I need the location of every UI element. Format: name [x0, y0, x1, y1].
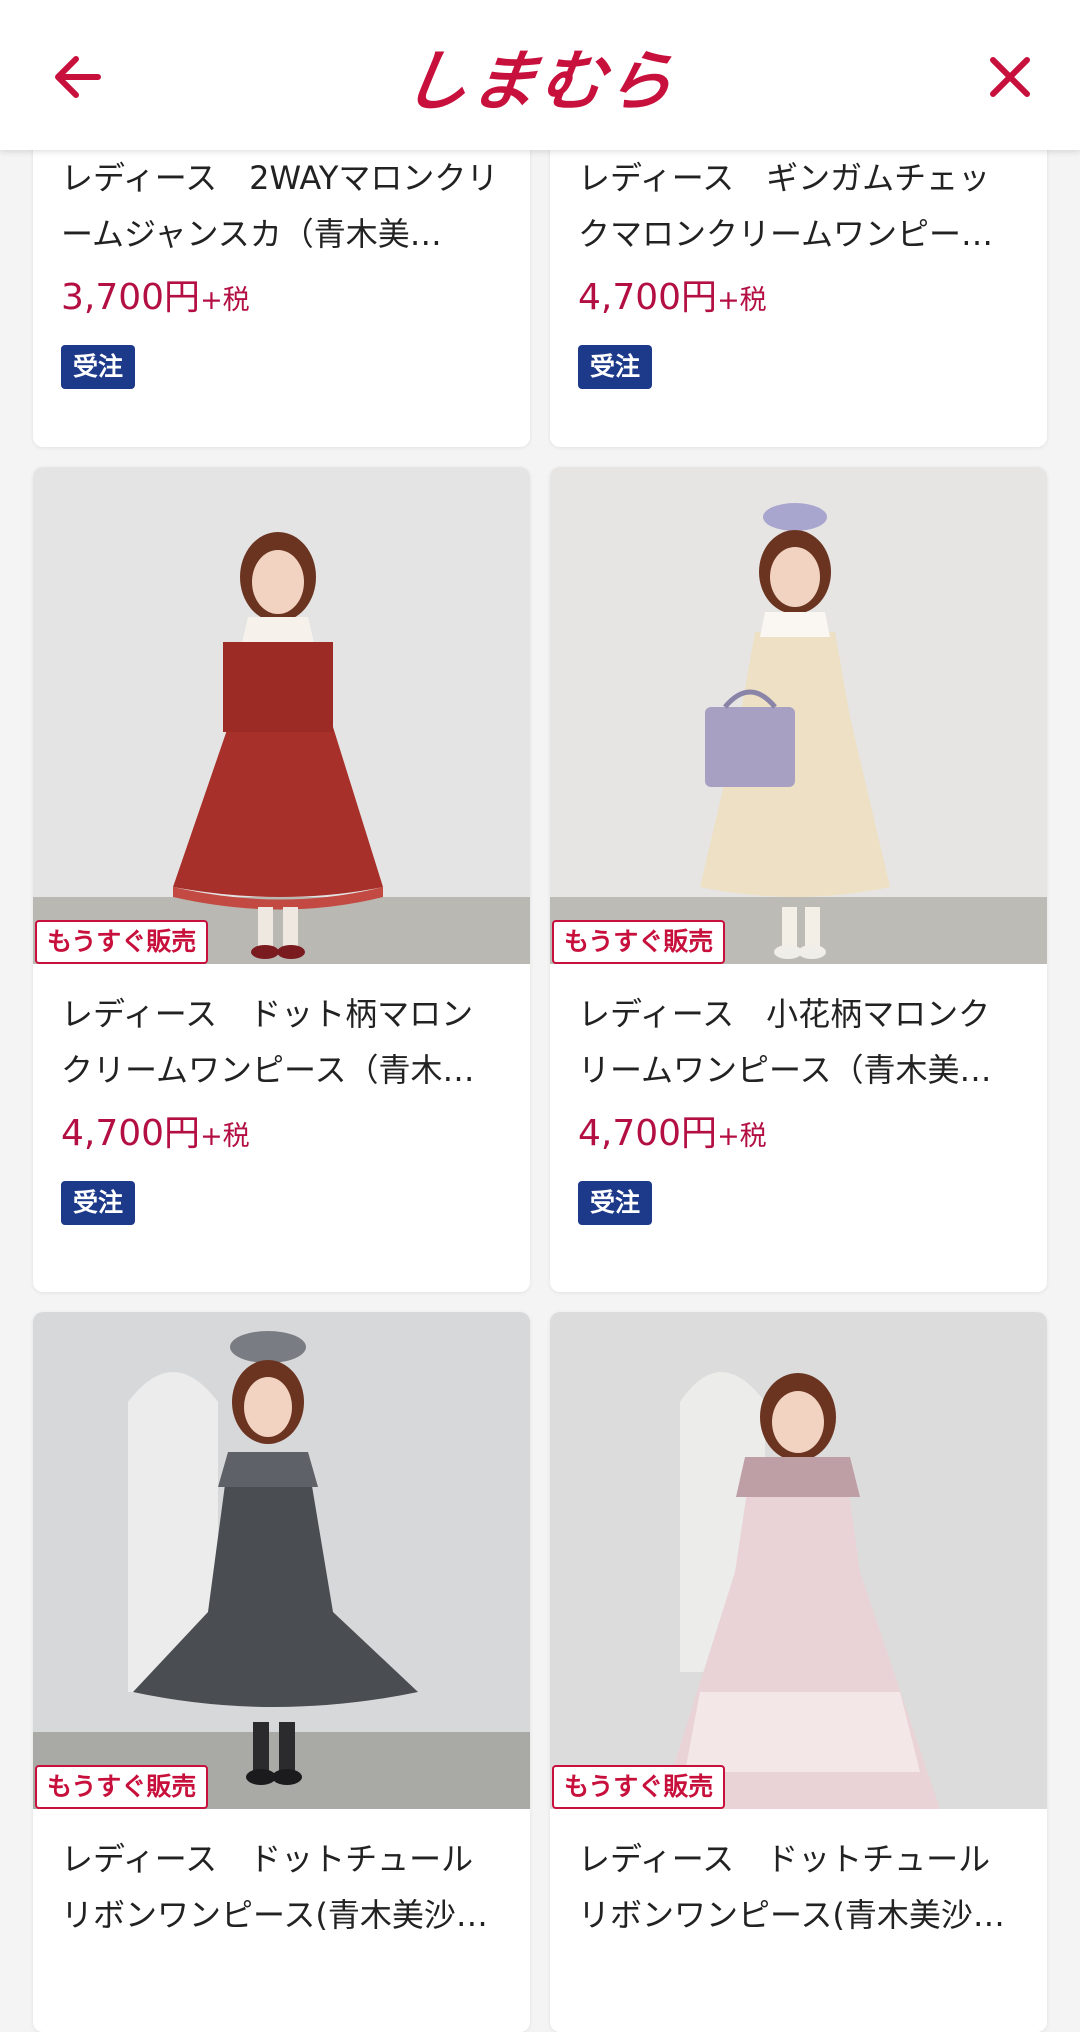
coming-soon-badge: もうすぐ販売: [35, 920, 209, 964]
product-price: 4,700円+税: [578, 277, 767, 318]
order-badge: 受注: [61, 345, 136, 389]
product-name: レディース 小花柄マロンクリームワンピース（青木美…: [578, 995, 992, 1089]
product-image[interactable]: もうすぐ販売: [33, 1312, 530, 1809]
product-name: レディース 2WAYマロンクリームジャンスカ（青木美…: [61, 159, 499, 253]
order-badge: 受注: [61, 1181, 136, 1225]
product-card[interactable]: もうすぐ販売 レディース ドット柄マロンクリームワンピース（青木… 4,700円…: [33, 467, 530, 1292]
product-name: レディース ギンガムチェックマロンクリームワンピー…: [578, 159, 994, 253]
product-image[interactable]: もうすぐ販売: [33, 467, 530, 964]
product-card[interactable]: レディース ギンガムチェックマロンクリームワンピー… 4,700円+税 受注: [550, 120, 1047, 447]
product-card[interactable]: もうすぐ販売 レディース 小花柄マロンクリームワンピース（青木美… 4,700円…: [550, 467, 1047, 1292]
arrow-left-icon: [55, 56, 101, 98]
order-badge: 受注: [578, 1181, 653, 1225]
coming-soon-badge: もうすぐ販売: [35, 1765, 209, 1809]
product-price: 3,700円+税: [61, 277, 250, 318]
product-image[interactable]: もうすぐ販売: [550, 467, 1047, 964]
coming-soon-badge: もうすぐ販売: [552, 1765, 726, 1809]
back-button[interactable]: [38, 37, 118, 117]
product-price: 4,700円+税: [578, 1113, 767, 1154]
coming-soon-badge: もうすぐ販売: [552, 920, 726, 964]
order-badge: 受注: [578, 345, 653, 389]
product-card[interactable]: レディース 2WAYマロンクリームジャンスカ（青木美… 3,700円+税 受注: [33, 120, 530, 447]
close-icon: [990, 57, 1030, 97]
product-name: レディース ドットチュールリボンワンピース(青木美沙…: [578, 1840, 1005, 1934]
product-name: レディース ドットチュールリボンワンピース(青木美沙…: [61, 1840, 488, 1934]
product-card[interactable]: もうすぐ販売 レディース ドットチュールリボンワンピース(青木美沙…: [550, 1312, 1047, 2032]
shimamura-logo[interactable]: しまむら: [397, 28, 682, 124]
product-image[interactable]: もうすぐ販売: [550, 1312, 1047, 1809]
close-button[interactable]: [970, 37, 1050, 117]
product-price: 4,700円+税: [61, 1113, 250, 1154]
product-card[interactable]: もうすぐ販売 レディース ドットチュールリボンワンピース(青木美沙…: [33, 1312, 530, 2032]
app-header: しまむら: [0, 0, 1080, 150]
product-name: レディース ドット柄マロンクリームワンピース（青木…: [61, 995, 475, 1089]
